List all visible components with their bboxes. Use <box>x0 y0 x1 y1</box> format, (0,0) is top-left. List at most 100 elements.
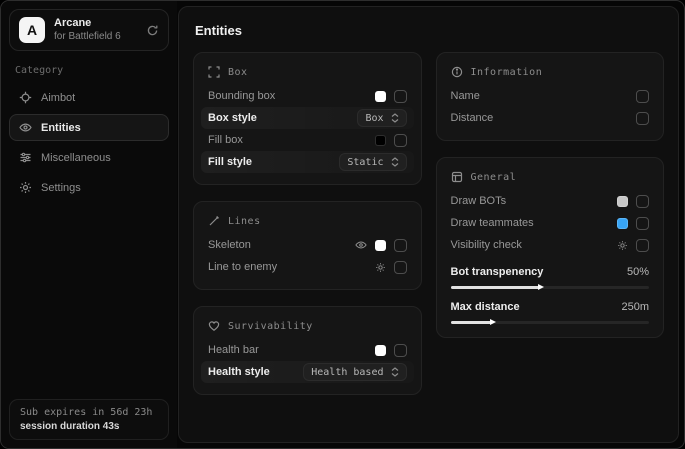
line-to-enemy-config-icon[interactable] <box>375 262 386 273</box>
sidebar-item-miscellaneous[interactable]: Miscellaneous <box>9 144 169 171</box>
setting-row: Bounding box <box>208 85 407 107</box>
entities-icon <box>19 121 32 134</box>
app-window: A Arcane for Battlefield 6 Category Aimb… <box>0 0 685 449</box>
setting-row: Health style Health based <box>201 361 414 383</box>
setting-label: Name <box>451 90 480 102</box>
box-style-dropdown[interactable]: Box <box>357 109 406 127</box>
card-title: Box <box>228 67 248 78</box>
survivability-icon <box>208 320 220 332</box>
information-card: Information Name Distance <box>436 52 665 141</box>
sidebar-item-label: Settings <box>41 182 81 194</box>
box-card: Box Bounding box Box style Box <box>193 52 422 185</box>
card-title: Survivability <box>228 321 313 332</box>
draw-teammates-checkbox[interactable] <box>636 217 649 230</box>
session-duration-text: session duration 43s <box>20 421 158 432</box>
color-swatch[interactable] <box>375 135 386 146</box>
slider-value: 50% <box>627 266 649 278</box>
draw-bots-checkbox[interactable] <box>636 195 649 208</box>
general-icon <box>451 171 463 183</box>
setting-row: Skeleton <box>208 234 407 256</box>
distance-checkbox[interactable] <box>636 112 649 125</box>
health-bar-checkbox[interactable] <box>394 344 407 357</box>
line-to-enemy-checkbox[interactable] <box>394 261 407 274</box>
slider-label: Max distance <box>451 301 520 313</box>
main-panel: Entities Box Bounding box <box>178 6 679 443</box>
sidebar-item-aimbot[interactable]: Aimbot <box>9 84 169 111</box>
miscellaneous-icon <box>19 151 32 164</box>
setting-row: Health bar <box>208 339 407 361</box>
sidebar-item-label: Entities <box>41 122 81 134</box>
setting-row: Draw teammates <box>451 212 650 234</box>
visibility-check-config-icon[interactable] <box>617 240 628 251</box>
category-label: Category <box>15 65 163 76</box>
lines-icon <box>208 215 220 227</box>
dropdown-value: Health based <box>311 367 383 378</box>
name-checkbox[interactable] <box>636 90 649 103</box>
slider-label: Bot transpenency <box>451 266 544 278</box>
color-swatch[interactable] <box>375 91 386 102</box>
color-swatch[interactable] <box>375 240 386 251</box>
skeleton-visibility-icon[interactable] <box>355 239 367 251</box>
setting-row: Fill style Static <box>201 151 414 173</box>
settings-icon <box>19 181 32 194</box>
app-refresh-icon[interactable] <box>146 24 159 37</box>
color-swatch[interactable] <box>617 218 628 229</box>
aimbot-icon <box>19 91 32 104</box>
card-title: Lines <box>228 216 261 227</box>
setting-row: Line to enemy <box>208 256 407 278</box>
setting-label: Line to enemy <box>208 261 277 273</box>
bot-transparency-setting: Bot transpenency 50% <box>451 263 650 291</box>
max-distance-slider[interactable] <box>451 318 650 326</box>
setting-label: Draw BOTs <box>451 195 507 207</box>
setting-row: Distance <box>451 107 650 129</box>
card-title: General <box>471 172 517 183</box>
color-swatch[interactable] <box>375 345 386 356</box>
setting-label: Draw teammates <box>451 217 534 229</box>
fill-style-dropdown[interactable]: Static <box>339 153 406 171</box>
lines-card: Lines Skeleton <box>193 201 422 290</box>
sidebar: A Arcane for Battlefield 6 Category Aimb… <box>1 1 177 448</box>
setting-row: Box style Box <box>201 107 414 129</box>
slider-thumb[interactable] <box>490 319 496 325</box>
app-title: Arcane <box>54 17 137 31</box>
sidebar-nav: Aimbot Entities Miscellaneous <box>9 84 169 201</box>
setting-label: Bounding box <box>208 90 275 102</box>
dropdown-value: Static <box>347 157 383 168</box>
setting-row: Name <box>451 85 650 107</box>
survivability-card: Survivability Health bar Health style He… <box>193 306 422 395</box>
chevrons-up-down-icon <box>391 113 399 123</box>
setting-label: Health style <box>208 366 270 378</box>
sidebar-item-label: Aimbot <box>41 92 75 104</box>
skeleton-checkbox[interactable] <box>394 239 407 252</box>
sidebar-item-settings[interactable]: Settings <box>9 174 169 201</box>
setting-label: Visibility check <box>451 239 522 251</box>
setting-label: Distance <box>451 112 494 124</box>
max-distance-setting: Max distance 250m <box>451 298 650 326</box>
box-icon <box>208 66 220 78</box>
health-style-dropdown[interactable]: Health based <box>303 363 406 381</box>
bounding-box-checkbox[interactable] <box>394 90 407 103</box>
app-logo-card: A Arcane for Battlefield 6 <box>9 9 169 51</box>
sidebar-item-entities[interactable]: Entities <box>9 114 169 141</box>
slider-thumb[interactable] <box>538 284 544 290</box>
chevrons-up-down-icon <box>391 367 399 377</box>
information-icon <box>451 66 463 78</box>
dropdown-value: Box <box>365 113 383 124</box>
app-logo-text: Arcane for Battlefield 6 <box>54 17 137 43</box>
chevrons-up-down-icon <box>391 157 399 167</box>
setting-row: Visibility check <box>451 234 650 256</box>
color-swatch[interactable] <box>617 196 628 207</box>
sidebar-item-label: Miscellaneous <box>41 152 111 164</box>
setting-label: Fill box <box>208 134 243 146</box>
subscription-info-card: Sub expires in 56d 23h session duration … <box>9 399 169 440</box>
setting-label: Box style <box>208 112 257 124</box>
bot-transparency-slider[interactable] <box>451 283 650 291</box>
setting-label: Fill style <box>208 156 252 168</box>
fill-box-checkbox[interactable] <box>394 134 407 147</box>
slider-value: 250m <box>621 301 649 313</box>
visibility-check-checkbox[interactable] <box>636 239 649 252</box>
app-subtitle: for Battlefield 6 <box>54 31 137 44</box>
setting-row: Draw BOTs <box>451 190 650 212</box>
app-avatar: A <box>19 17 45 43</box>
setting-label: Health bar <box>208 344 259 356</box>
